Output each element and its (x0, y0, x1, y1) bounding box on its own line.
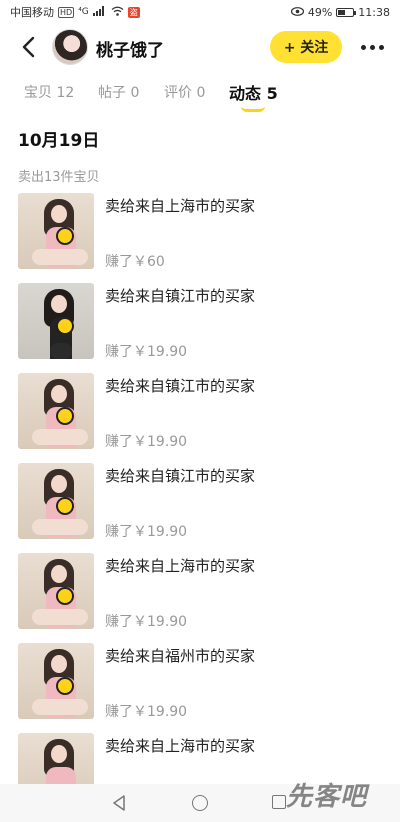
status-bar: 中国移动 HD ⁴G 盗 49% 11:38 (0, 0, 400, 24)
item-thumbnail (18, 283, 94, 359)
user-name: 桃子饿了 (96, 41, 164, 61)
nav-home-icon[interactable] (192, 795, 208, 811)
nav-back-icon[interactable] (112, 795, 126, 815)
item-earned: 赚了￥19.90 (105, 704, 188, 720)
back-button[interactable] (14, 33, 42, 61)
item-title: 卖给来自上海市的买家 (105, 197, 256, 215)
dot-icon (360, 44, 366, 50)
signal-label: ⁴G (78, 7, 89, 17)
date-heading: 10月19日 (18, 131, 100, 151)
item-title: 卖给来自镇江市的买家 (105, 467, 256, 485)
tab-posts[interactable]: 帖子 0 (98, 82, 139, 102)
new-badge-icon (56, 497, 74, 515)
list-item[interactable]: 卖给来自上海市的买家 赚了￥19.90 (0, 553, 400, 631)
tab-activity[interactable]: 动态 5 (229, 80, 278, 104)
wifi-icon (111, 6, 124, 19)
item-earned: 赚了￥19.90 (105, 434, 188, 450)
nav-recent-apps-icon[interactable] (272, 795, 286, 809)
hd-badge: HD (58, 6, 75, 18)
item-earned: 赚了￥19.90 (105, 614, 188, 630)
sold-summary: 卖出13件宝贝 (18, 170, 100, 185)
item-title: 卖给来自福州市的买家 (105, 647, 256, 665)
item-thumbnail (18, 463, 94, 539)
watermark-logo: 先客吧 (286, 782, 368, 812)
new-badge-icon (56, 317, 74, 335)
list-item[interactable]: 卖给来自上海市的买家 赚了￥60 (0, 193, 400, 271)
new-badge-icon (56, 407, 74, 425)
active-tab-indicator (241, 106, 265, 112)
avatar[interactable] (52, 29, 88, 65)
item-title: 卖给来自上海市的买家 (105, 737, 256, 755)
dot-icon (369, 44, 375, 50)
item-thumbnail (18, 373, 94, 449)
item-thumbnail (18, 643, 94, 719)
carrier-label: 中国移动 (10, 6, 54, 19)
status-bar-right: 49% 11:38 (290, 5, 390, 19)
item-title: 卖给来自镇江市的买家 (105, 287, 256, 305)
more-options-button[interactable] (356, 36, 388, 58)
tab-items[interactable]: 宝贝 12 (24, 82, 74, 102)
new-badge-icon (56, 677, 74, 695)
profile-header: 桃子饿了 + 关注 (0, 24, 400, 70)
tab-reviews[interactable]: 评价 0 (164, 82, 205, 102)
item-earned: 赚了￥19.90 (105, 344, 188, 360)
item-earned: 赚了￥60 (105, 254, 165, 270)
battery-percent: 49% (307, 5, 333, 19)
item-earned: 赚了￥19.90 (105, 524, 188, 540)
new-badge-icon (56, 587, 74, 605)
app-notification-icon: 盗 (127, 6, 140, 18)
item-thumbnail (18, 193, 94, 269)
profile-tabs: 宝贝 12 帖子 0 评价 0 动态 5 (0, 78, 400, 114)
dot-icon (378, 44, 384, 50)
list-item[interactable]: 卖给来自镇江市的买家 赚了￥19.90 (0, 373, 400, 451)
new-badge-icon (56, 227, 74, 245)
item-thumbnail (18, 553, 94, 629)
status-bar-left: 中国移动 HD ⁴G 盗 (10, 4, 140, 20)
list-item[interactable]: 卖给来自镇江市的买家 赚了￥19.90 (0, 283, 400, 361)
battery-icon (336, 7, 357, 17)
list-item[interactable]: 卖给来自福州市的买家 赚了￥19.90 (0, 643, 400, 721)
list-item[interactable]: 卖给来自镇江市的买家 赚了￥19.90 (0, 463, 400, 541)
battery-level (338, 9, 346, 15)
item-title: 卖给来自镇江市的买家 (105, 377, 256, 395)
follow-button[interactable]: + 关注 (270, 31, 342, 63)
clock: 11:38 (358, 5, 390, 19)
signal-icon (92, 5, 107, 19)
chevron-left-icon (22, 36, 35, 58)
item-title: 卖给来自上海市的买家 (105, 557, 256, 575)
eye-comfort-icon (290, 6, 304, 19)
